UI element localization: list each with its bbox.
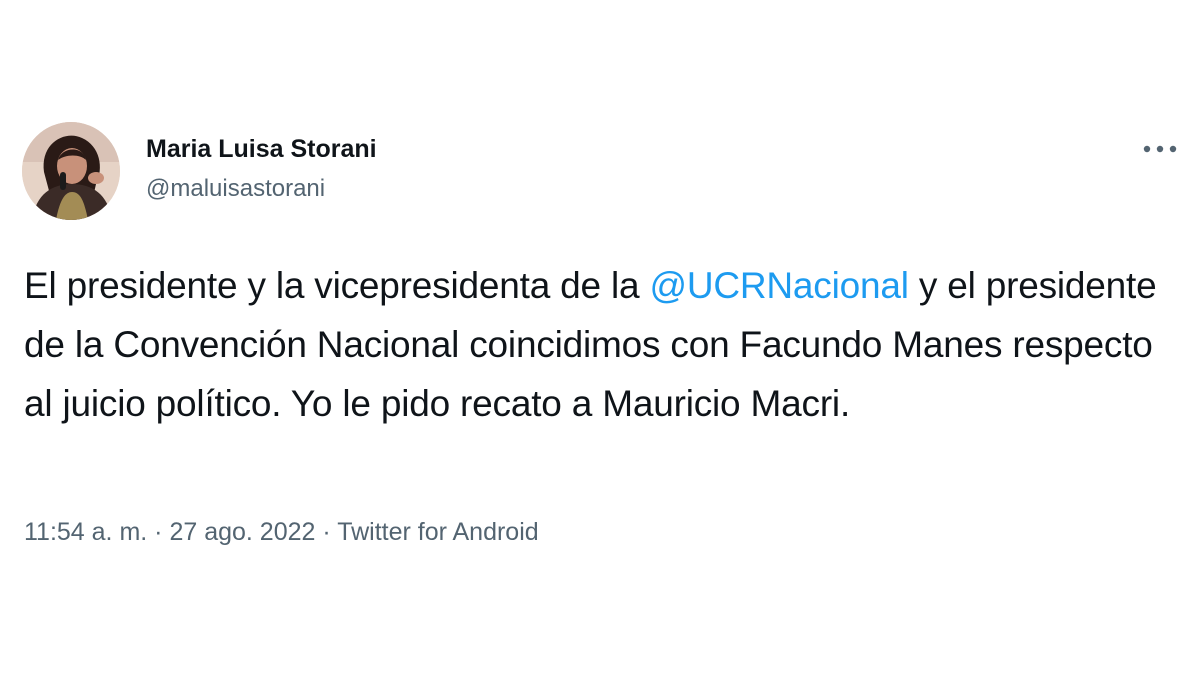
tweet-header: Maria Luisa Storani @maluisastorani: [22, 122, 1182, 222]
tweet-date[interactable]: 27 ago. 2022: [169, 518, 315, 546]
tweet-source[interactable]: Twitter for Android: [337, 518, 538, 546]
avatar-image: [22, 122, 120, 220]
mention-link[interactable]: @UCRNacional: [649, 265, 908, 306]
display-name[interactable]: Maria Luisa Storani: [146, 132, 377, 166]
avatar[interactable]: [22, 122, 120, 220]
more-horizontal-icon: [1143, 145, 1177, 153]
tweet-text: El presidente y la vicepresidenta de la …: [24, 256, 1174, 433]
tweet-text-part: El presidente y la vicepresidenta de la: [24, 265, 650, 306]
user-names: Maria Luisa Storani @maluisastorani: [146, 132, 377, 206]
separator: ·: [147, 518, 170, 546]
tweet-metadata: 11:54 a. m. · 27 ago. 2022 · Twitter for…: [24, 514, 539, 550]
more-options-button[interactable]: [1138, 134, 1182, 164]
tweet-time[interactable]: 11:54 a. m.: [24, 518, 147, 546]
user-handle[interactable]: @maluisastorani: [146, 172, 377, 206]
tweet-card: Maria Luisa Storani @maluisastorani El p…: [0, 0, 1200, 675]
separator: ·: [315, 518, 338, 546]
